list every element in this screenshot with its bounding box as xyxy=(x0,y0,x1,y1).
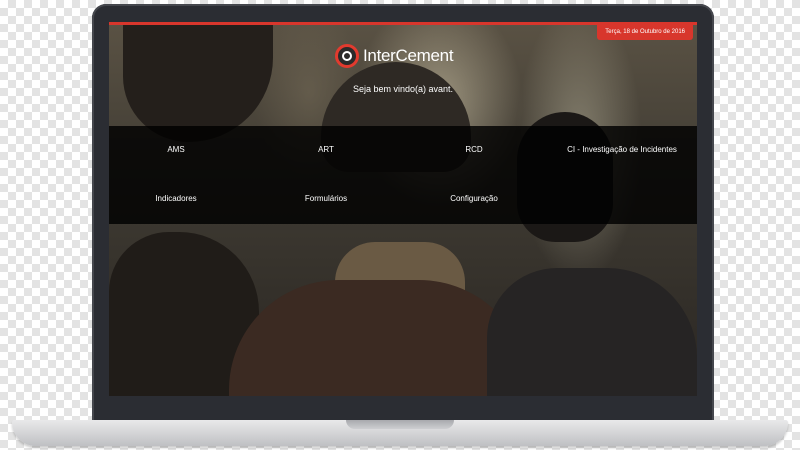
menu-item-ams[interactable]: AMS xyxy=(167,145,184,154)
background-photo-worker-center-body xyxy=(229,280,529,396)
background-photo-worker-right-body xyxy=(487,268,697,396)
menu-item-ci-investigacao-incidentes[interactable]: CI - Investigação de Incidentes xyxy=(567,145,677,154)
intercement-logo-icon xyxy=(335,44,359,68)
welcome-message: Seja bem vindo(a) avant. xyxy=(352,84,454,94)
brand-logo[interactable]: InterCement xyxy=(335,44,454,68)
menu-item-indicadores[interactable]: Indicadores xyxy=(155,194,196,203)
brand-name: InterCement xyxy=(363,46,454,65)
laptop-notch xyxy=(346,420,454,429)
transparent-background: Terça, 18 de Outubro de 2016 InterCement… xyxy=(0,0,800,450)
app-screen: Terça, 18 de Outubro de 2016 InterCement… xyxy=(109,22,697,396)
background-photo-worker-left-helmet xyxy=(123,22,273,142)
main-menu: AMS ART RCD CI - Investigação de Inciden… xyxy=(109,126,697,224)
menu-item-art[interactable]: ART xyxy=(318,145,334,154)
date-badge: Terça, 18 de Outubro de 2016 xyxy=(597,22,693,40)
menu-item-rcd[interactable]: RCD xyxy=(465,145,482,154)
menu-item-formularios[interactable]: Formulários xyxy=(305,194,347,203)
menu-item-configuracao[interactable]: Configuração xyxy=(450,194,498,203)
